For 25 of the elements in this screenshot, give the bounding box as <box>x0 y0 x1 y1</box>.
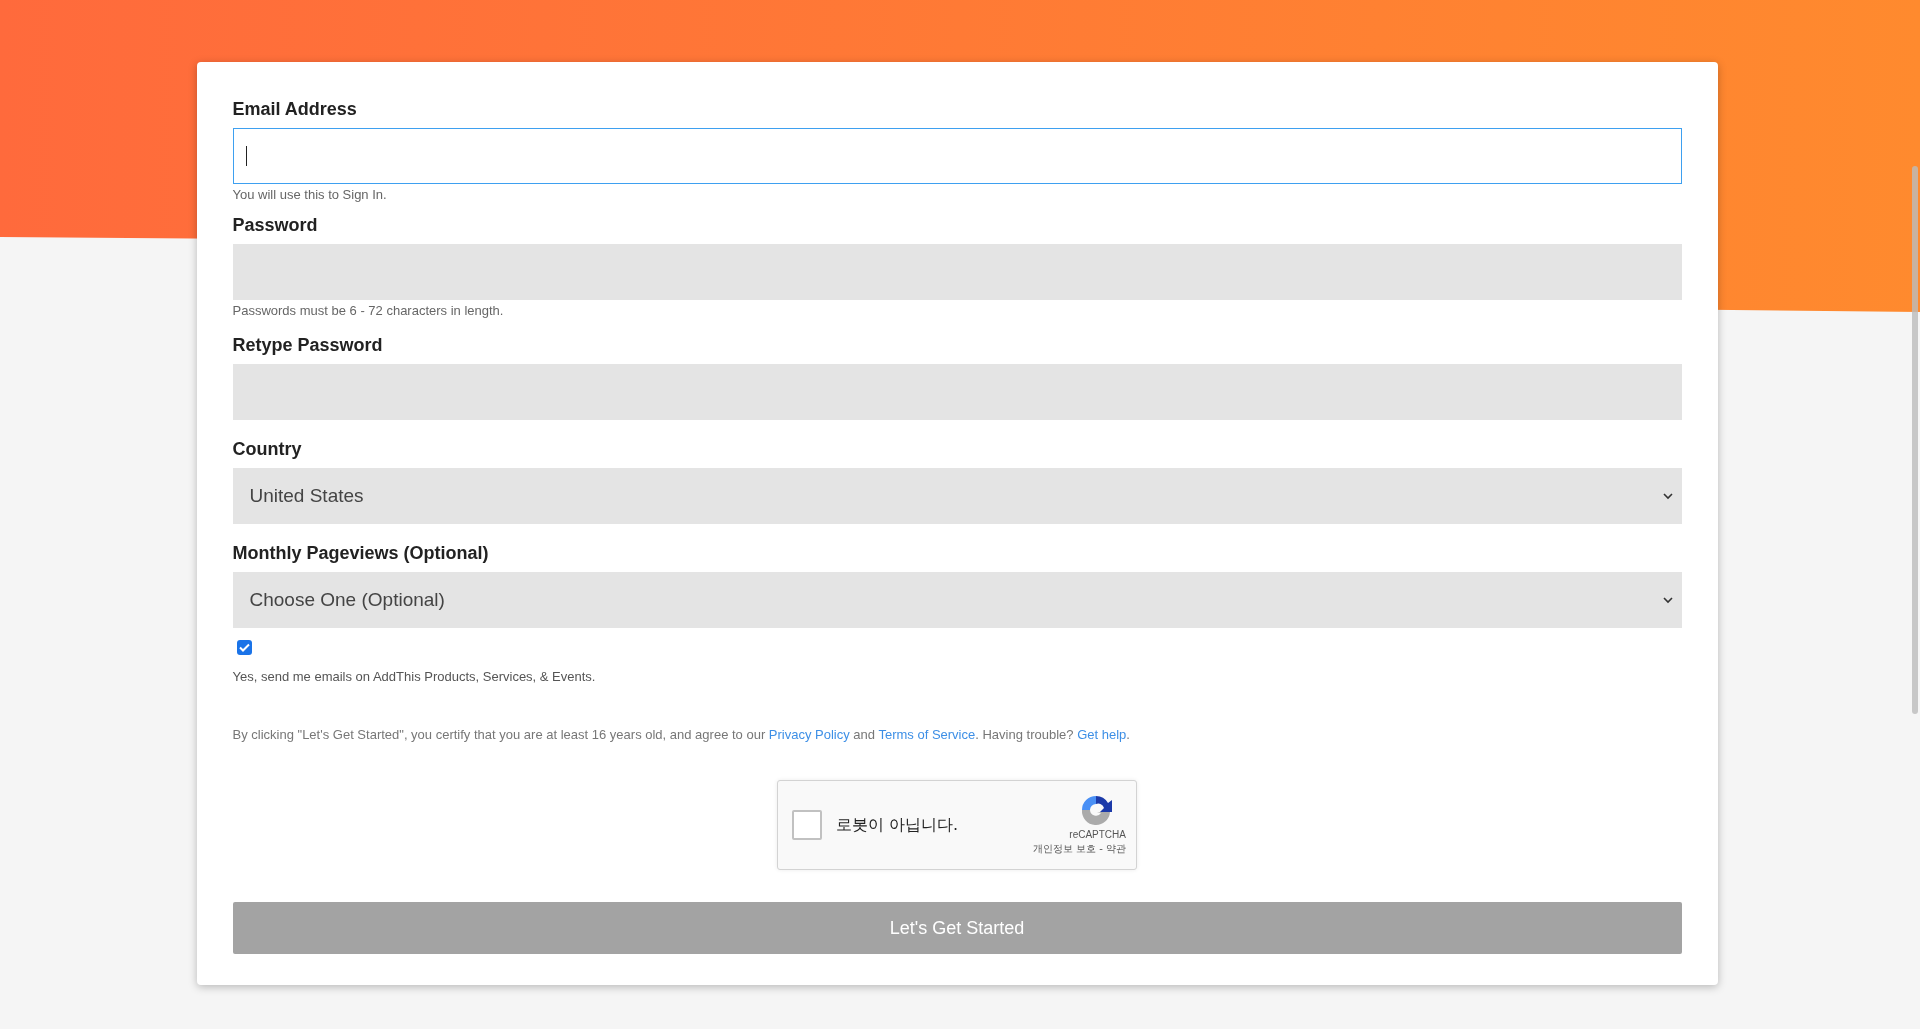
input-field[interactable] <box>232 364 1682 420</box>
field-label: Monthly Pageviews (Optional) <box>232 542 490 564</box>
captcha-label: 로봇이 아닙니다. <box>836 814 960 836</box>
submit-button[interactable]: Let's Get Started <box>232 902 1682 954</box>
terms-link[interactable]: Privacy Policy <box>768 726 850 742</box>
chevron-down-icon <box>1662 492 1673 500</box>
newsletter-label: Yes, send me emails on AddThis Products, Services, & Events. <box>232 668 597 686</box>
input-field[interactable] <box>232 244 1682 300</box>
newsletter-checkbox[interactable] <box>236 640 252 655</box>
dropdown-field[interactable]: United States <box>232 468 1682 524</box>
dropdown-field[interactable]: Choose One (Optional) <box>232 572 1682 628</box>
captcha-checkbox[interactable] <box>792 810 822 840</box>
help-text: You will use this to Sign In. <box>232 186 388 204</box>
scrollbar-thumb-icon <box>1912 166 1918 714</box>
field-label: Country <box>232 438 303 460</box>
input-field[interactable] <box>232 128 1682 184</box>
text-cursor-icon <box>245 146 247 166</box>
recaptcha-brand: reCAPTCHA <box>1069 828 1126 842</box>
help-text: Passwords must be 6 - 72 characters in length. <box>232 302 505 320</box>
recaptcha-links[interactable]: 개인정보 보호 - 약관 <box>1032 842 1126 856</box>
chevron-down-icon <box>1662 596 1673 604</box>
field-label: Retype Password <box>232 334 384 356</box>
terms-text: By clicking "Let's Get Started", you certify that you are at least 16 years old, and agree to our Privacy Policy and Terms of Service. Having trouble? Get help. <box>232 725 1131 744</box>
field-label: Email Address <box>232 98 358 120</box>
field-label: Password <box>232 214 319 236</box>
